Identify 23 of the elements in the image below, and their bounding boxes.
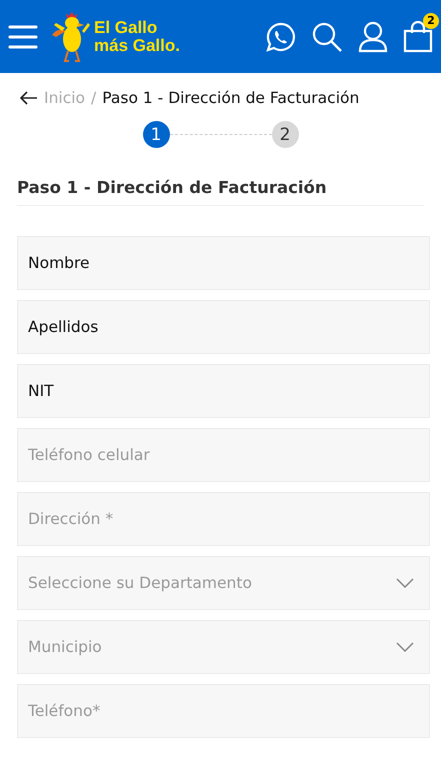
search-icon[interactable] bbox=[311, 20, 343, 52]
select-field[interactable]: Municipio bbox=[17, 620, 430, 674]
section-title: Paso 1 - Dirección de Facturación bbox=[17, 178, 424, 206]
logo-text: más Gallo. bbox=[94, 36, 180, 54]
chevron-down-icon bbox=[396, 578, 414, 588]
whatsapp-icon[interactable] bbox=[265, 20, 297, 52]
input-field[interactable]: Nombre bbox=[17, 236, 430, 290]
cart-count-badge: 2 bbox=[423, 12, 439, 28]
user-icon[interactable] bbox=[357, 20, 389, 52]
step-indicator[interactable]: 1 bbox=[142, 121, 170, 148]
input-field[interactable]: Teléfono* bbox=[17, 684, 430, 738]
input-field[interactable]: NIT bbox=[17, 364, 430, 418]
breadcrumb-separator: / bbox=[91, 89, 96, 107]
step-indicator[interactable]: 2 bbox=[272, 121, 298, 148]
menu-icon[interactable] bbox=[8, 24, 38, 50]
logo-text: El Gallo bbox=[94, 18, 158, 36]
chevron-down-icon bbox=[396, 642, 414, 652]
input-field[interactable]: Teléfono celular bbox=[17, 428, 430, 482]
select-field[interactable]: Seleccione su Departamento bbox=[17, 556, 430, 610]
input-field[interactable]: Apellidos bbox=[17, 300, 430, 354]
back-arrow-icon[interactable] bbox=[20, 91, 38, 105]
current-page-label: Paso 1 - Dirección de Facturación bbox=[102, 89, 360, 107]
input-field[interactable]: Dirección * bbox=[17, 492, 430, 546]
